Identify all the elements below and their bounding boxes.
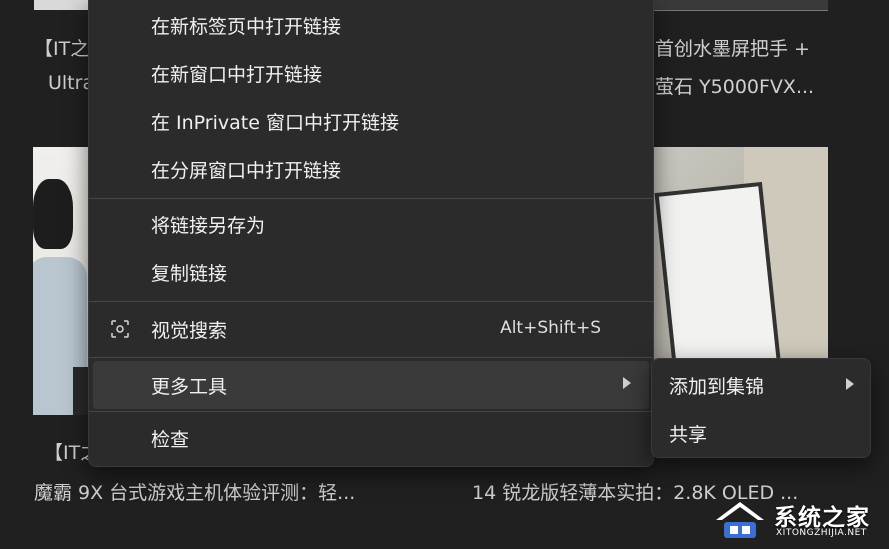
menu-item-open-split-screen[interactable]: 在分屏窗口中打开链接 (89, 145, 653, 193)
watermark-title: 系统之家 (774, 505, 870, 531)
article-title[interactable]: 【IT之 (34, 34, 89, 61)
menu-item-copy-link[interactable]: 复制链接 (89, 248, 653, 296)
menu-item-inspect[interactable]: 检查 (89, 414, 653, 462)
menu-item-label: 视觉搜索 (151, 320, 228, 342)
menu-item-label: 在分屏窗口中打开链接 (151, 160, 342, 182)
watermark-subtitle: XITONGZHIJIA.NET (776, 528, 867, 538)
article-title[interactable]: 萤石 Y5000FVX... (655, 72, 814, 99)
product-image-part (654, 181, 782, 381)
menu-item-open-new-window[interactable]: 在新窗口中打开链接 (89, 49, 653, 97)
article-thumbnail[interactable] (34, 0, 88, 10)
menu-item-label: 在新标签页中打开链接 (151, 16, 342, 38)
submenu-item-share[interactable]: 共享 (652, 409, 870, 455)
menu-item-label: 检查 (151, 429, 190, 451)
watermark: 系统之家 XITONGZHIJIA.NET (710, 494, 888, 546)
menu-separator (89, 357, 653, 358)
menu-separator (89, 198, 653, 199)
menu-item-more-tools[interactable]: 更多工具 (93, 361, 649, 409)
context-menu: 在新标签页中打开链接 在新窗口中打开链接 在 InPrivate 窗口中打开链接… (88, 0, 654, 467)
menu-item-label: 复制链接 (151, 263, 228, 285)
article-thumbnail[interactable] (33, 147, 89, 415)
menu-item-label: 在新窗口中打开链接 (151, 64, 323, 86)
menu-item-label: 在 InPrivate 窗口中打开链接 (151, 112, 399, 134)
submenu-item-add-to-collections[interactable]: 添加到集锦 (652, 361, 870, 407)
article-title[interactable]: 魔霸 9X 台式游戏主机体验评测：轻... (34, 478, 355, 505)
product-image-part (73, 367, 89, 415)
menu-item-open-new-tab[interactable]: 在新标签页中打开链接 (89, 1, 653, 49)
chevron-right-icon (623, 377, 631, 389)
menu-item-save-link-as[interactable]: 将链接另存为 (89, 200, 653, 248)
submenu-item-label: 共享 (669, 424, 708, 446)
visual-search-icon (111, 320, 129, 338)
submenu-item-label: 添加到集锦 (669, 376, 765, 398)
chevron-right-icon (846, 378, 854, 390)
menu-item-label: 将链接另存为 (151, 215, 266, 237)
person-image-part (33, 179, 73, 249)
menu-item-open-inprivate[interactable]: 在 InPrivate 窗口中打开链接 (89, 97, 653, 145)
site-logo-icon (716, 502, 764, 538)
menu-item-visual-search[interactable]: 视觉搜索 Alt+Shift+S (89, 305, 653, 353)
article-title[interactable]: 首创水墨屏把手 + (655, 34, 810, 61)
menu-item-label: 更多工具 (151, 376, 228, 398)
keyboard-shortcut: Alt+Shift+S (500, 318, 601, 338)
more-tools-submenu: 添加到集锦 共享 (651, 358, 871, 458)
article-thumbnail[interactable] (654, 0, 828, 11)
menu-separator (89, 301, 653, 302)
menu-separator (89, 411, 653, 412)
